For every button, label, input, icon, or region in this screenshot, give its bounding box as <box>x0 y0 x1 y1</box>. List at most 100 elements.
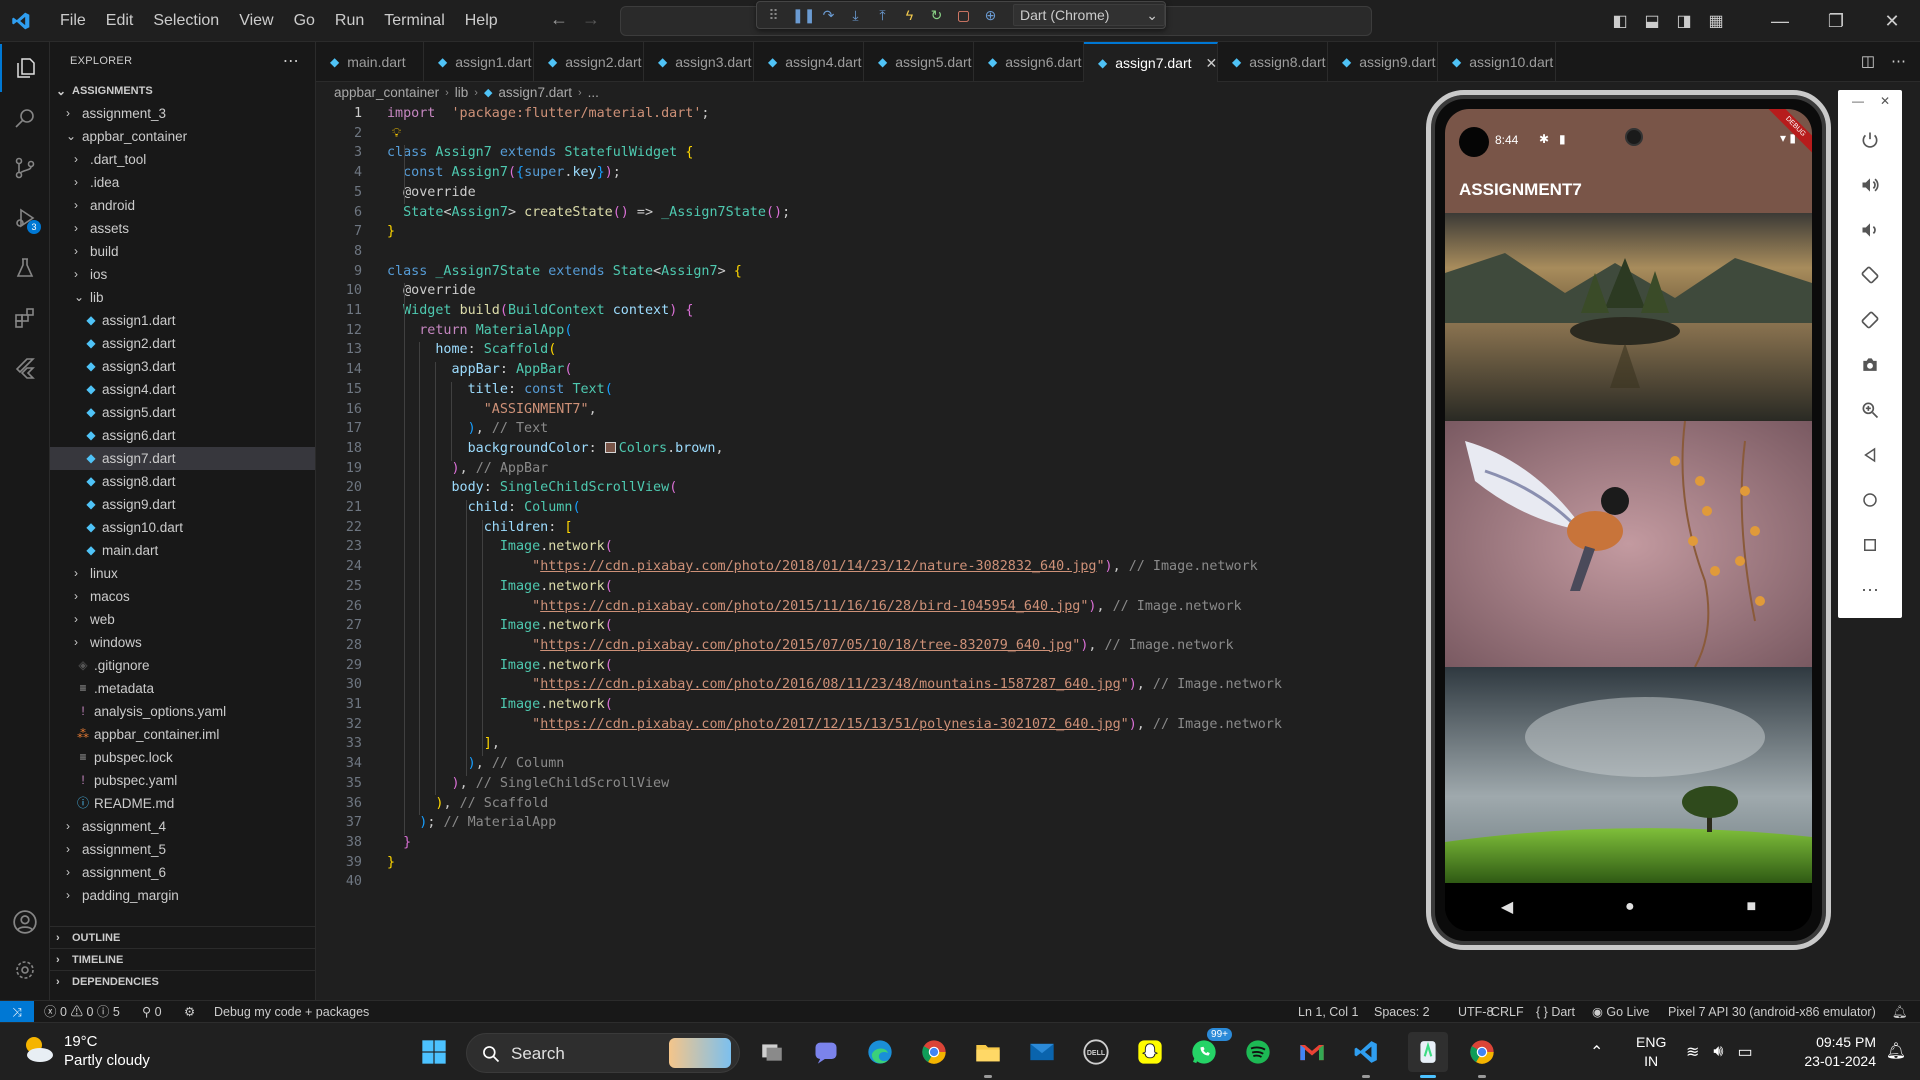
tab-assign2[interactable]: ◆ assign2.dart <box>534 42 644 82</box>
stop-icon[interactable]: ▢ <box>955 7 972 24</box>
tree-folder[interactable]: › ios <box>50 263 315 286</box>
testing-icon[interactable] <box>0 244 50 292</box>
source-control-icon[interactable] <box>0 144 50 192</box>
windows-start-icon[interactable] <box>414 1032 454 1072</box>
home-circle-icon[interactable] <box>1838 480 1902 520</box>
back-arrow-icon[interactable]: ← <box>550 9 568 30</box>
tree-file[interactable]: ◆ assign6.dart <box>50 424 315 447</box>
color-swatch-icon[interactable] <box>604 441 616 453</box>
code-editor[interactable]: 1 import 'package:flutter/material.dart';… <box>316 104 1426 1000</box>
breadcrumb-item[interactable]: appbar_container <box>334 82 439 104</box>
forward-arrow-icon[interactable]: → <box>582 9 600 30</box>
tab-assign5[interactable]: ◆ assign5.dart <box>864 42 974 82</box>
overview-square-icon[interactable] <box>1838 525 1902 565</box>
tree-file[interactable]: ◆ assign2.dart <box>50 332 315 355</box>
search-icon[interactable] <box>0 94 50 142</box>
breadcrumb-item[interactable]: ... <box>588 82 599 104</box>
nav-recents-icon[interactable]: ■ <box>1746 898 1756 916</box>
debug-mode-icon[interactable]: ⚙ <box>184 1001 195 1023</box>
teams-chat-icon[interactable] <box>806 1032 846 1072</box>
tree-file[interactable]: ◆ assign7.dart <box>50 447 315 470</box>
nav-back-icon[interactable]: ◀ <box>1501 897 1513 917</box>
tree-folder[interactable]: › android <box>50 194 315 217</box>
tab-main[interactable]: ◆ main.dart <box>316 42 424 82</box>
menu-help[interactable]: Help <box>455 0 508 42</box>
tree-folder[interactable]: ⌄ appbar_container <box>50 125 315 148</box>
taskbar-clock[interactable]: 09:45 PM 23-01-2024 <box>1804 1033 1876 1071</box>
tree-folder[interactable]: › assignment_3 <box>50 102 315 125</box>
back-triangle-icon[interactable] <box>1838 435 1902 475</box>
dell-icon[interactable]: DELL <box>1076 1032 1116 1072</box>
mail-icon[interactable] <box>1022 1032 1062 1072</box>
tree-folder[interactable]: › assignment_6 <box>50 861 315 884</box>
menu-go[interactable]: Go <box>284 0 325 42</box>
tab-assign10[interactable]: ◆ assign10.dart <box>1438 42 1556 82</box>
volume-up-icon[interactable] <box>1838 165 1902 205</box>
close-window-icon[interactable]: ✕ <box>1864 11 1920 32</box>
tree-file[interactable]: ⓘ README.md <box>50 792 315 815</box>
tree-file[interactable]: ≡ pubspec.lock <box>50 746 315 769</box>
timeline-section[interactable]: › TIMELINE <box>50 948 316 970</box>
minimize-emulator-icon[interactable]: — <box>1852 94 1864 108</box>
device-selector[interactable]: Pixel 7 API 30 (android-x86 emulator) <box>1668 1001 1876 1023</box>
menu-view[interactable]: View <box>229 0 283 42</box>
tree-folder[interactable]: › assets <box>50 217 315 240</box>
tab-assign9[interactable]: ◆ assign9.dart <box>1328 42 1438 82</box>
breadcrumb-item[interactable]: assign7.dart <box>498 82 572 104</box>
indentation[interactable]: Spaces: 2 <box>1374 1001 1430 1023</box>
restore-icon[interactable]: ❐ <box>1808 11 1864 32</box>
tree-folder[interactable]: › linux <box>50 562 315 585</box>
menu-file[interactable]: File <box>50 0 96 42</box>
explorer-icon[interactable] <box>0 44 50 92</box>
tree-folder[interactable]: › assignment_4 <box>50 815 315 838</box>
outline-section[interactable]: › OUTLINE <box>50 926 316 948</box>
tree-folder[interactable]: › build <box>50 240 315 263</box>
breadcrumb-item[interactable]: lib <box>455 82 469 104</box>
toggle-secondary-sidebar-icon[interactable]: ◨ <box>1668 11 1700 31</box>
extensions-icon[interactable] <box>0 294 50 342</box>
accounts-icon[interactable] <box>0 898 50 946</box>
debug-target-select[interactable]: Dart (Chrome) ⌄ <box>1013 4 1165 26</box>
ports-indicator[interactable]: ⚲ 0 <box>142 1001 162 1023</box>
tree-folder[interactable]: › assignment_5 <box>50 838 315 861</box>
customize-layout-icon[interactable]: ▦ <box>1700 11 1732 31</box>
tree-file[interactable]: ⁂ appbar_container.iml <box>50 723 315 746</box>
toggle-panel-icon[interactable]: ⬓ <box>1636 11 1668 31</box>
tree-folder[interactable]: › web <box>50 608 315 631</box>
workspace-root[interactable]: ⌄ ASSIGNMENTS <box>50 80 315 102</box>
restart-icon[interactable]: ↻ <box>928 7 945 24</box>
whatsapp-icon[interactable]: 99+ <box>1184 1028 1232 1072</box>
chrome-icon[interactable] <box>914 1032 954 1072</box>
flutter-icon[interactable] <box>0 344 50 392</box>
tree-file[interactable]: ◆ assign4.dart <box>50 378 315 401</box>
tree-file[interactable]: ◈ .gitignore <box>50 654 315 677</box>
vscode-taskbar-icon[interactable] <box>1346 1032 1386 1078</box>
devtools-search-icon[interactable]: ⊕ <box>982 7 999 24</box>
minimize-icon[interactable]: — <box>1752 11 1808 32</box>
lightbulb-icon[interactable]: 💡︎ <box>392 124 401 144</box>
tree-file[interactable]: ◆ assign1.dart <box>50 309 315 332</box>
line-ending[interactable]: CRLF <box>1491 1001 1524 1023</box>
notification-icon[interactable]: 🔔︎ <box>1886 1041 1906 1061</box>
dependencies-section[interactable]: › DEPENDENCIES <box>50 970 316 992</box>
split-editor-icon[interactable]: ◫ <box>1861 52 1875 70</box>
tree-file[interactable]: ◆ main.dart <box>50 539 315 562</box>
taskbar-search[interactable]: Search <box>466 1033 740 1073</box>
debug-mode-label[interactable]: Debug my code + packages <box>214 1001 369 1023</box>
tree-file[interactable]: ◆ assign9.dart <box>50 493 315 516</box>
tree-file[interactable]: ◆ assign3.dart <box>50 355 315 378</box>
tab-assign7[interactable]: ◆ assign7.dart ✕ <box>1084 42 1218 82</box>
tree-file[interactable]: ◆ assign5.dart <box>50 401 315 424</box>
more-options-icon[interactable]: ⋯ <box>1838 570 1902 610</box>
step-out-icon[interactable]: ⤒ <box>874 7 891 24</box>
rotate-right-icon[interactable] <box>1838 300 1902 340</box>
quick-settings[interactable]: ≋ 🔊︎ ▭ <box>1686 1023 1753 1080</box>
task-view-icon[interactable] <box>752 1032 792 1072</box>
tab-assign6[interactable]: ◆ assign6.dart <box>974 42 1084 82</box>
encoding[interactable]: UTF-8 <box>1458 1001 1493 1023</box>
tree-file[interactable]: ◆ assign10.dart <box>50 516 315 539</box>
run-debug-icon[interactable]: 3 <box>0 194 50 242</box>
tree-folder[interactable]: › .idea <box>50 171 315 194</box>
settings-gear-icon[interactable] <box>0 946 50 994</box>
menu-run[interactable]: Run <box>325 0 374 42</box>
